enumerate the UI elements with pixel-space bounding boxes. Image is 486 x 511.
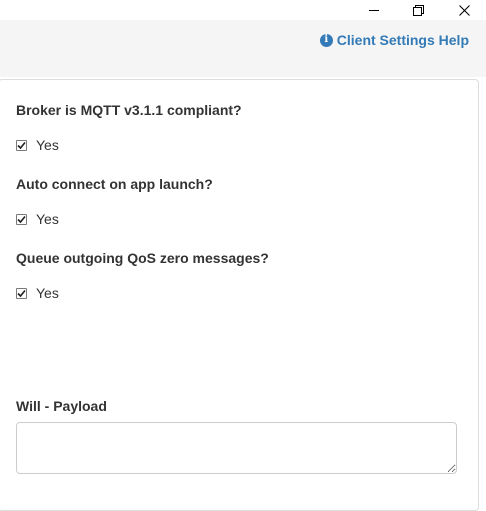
- settings-header: i Client Settings Help: [0, 20, 486, 77]
- queue-qos-zero-checkbox-label: Yes: [36, 285, 59, 301]
- checkmark-icon: [17, 289, 26, 297]
- restore-icon: [412, 4, 424, 16]
- mqtt-compliant-checkbox[interactable]: [16, 139, 27, 151]
- info-circle-icon: i: [319, 33, 333, 47]
- restore-button[interactable]: [396, 0, 440, 20]
- queue-qos-zero-checkbox[interactable]: [16, 287, 27, 299]
- checkmark-icon: [17, 141, 26, 149]
- window-titlebar: [0, 0, 486, 20]
- mqtt-compliant-checkbox-label: Yes: [36, 137, 59, 153]
- minimize-button[interactable]: [352, 0, 396, 20]
- mqtt-compliant-label: Broker is MQTT v3.1.1 compliant?: [16, 102, 242, 118]
- minimize-icon: [369, 10, 379, 11]
- help-link-label: Client Settings Help: [336, 32, 469, 48]
- auto-connect-checkbox[interactable]: [16, 213, 27, 225]
- client-settings-help-link[interactable]: i Client Settings Help: [319, 32, 469, 48]
- close-icon: [458, 4, 470, 16]
- queue-qos-zero-label: Queue outgoing QoS zero messages?: [16, 250, 269, 266]
- close-button[interactable]: [442, 0, 486, 20]
- will-payload-label: Will - Payload: [16, 398, 107, 414]
- checkmark-icon: [17, 215, 26, 223]
- auto-connect-label: Auto connect on app launch?: [16, 176, 213, 192]
- mqtt-compliant-checkbox-row[interactable]: Yes: [16, 137, 59, 153]
- auto-connect-checkbox-row[interactable]: Yes: [16, 211, 59, 227]
- queue-qos-zero-checkbox-row[interactable]: Yes: [16, 285, 59, 301]
- will-payload-textarea[interactable]: [16, 422, 457, 474]
- auto-connect-checkbox-label: Yes: [36, 211, 59, 227]
